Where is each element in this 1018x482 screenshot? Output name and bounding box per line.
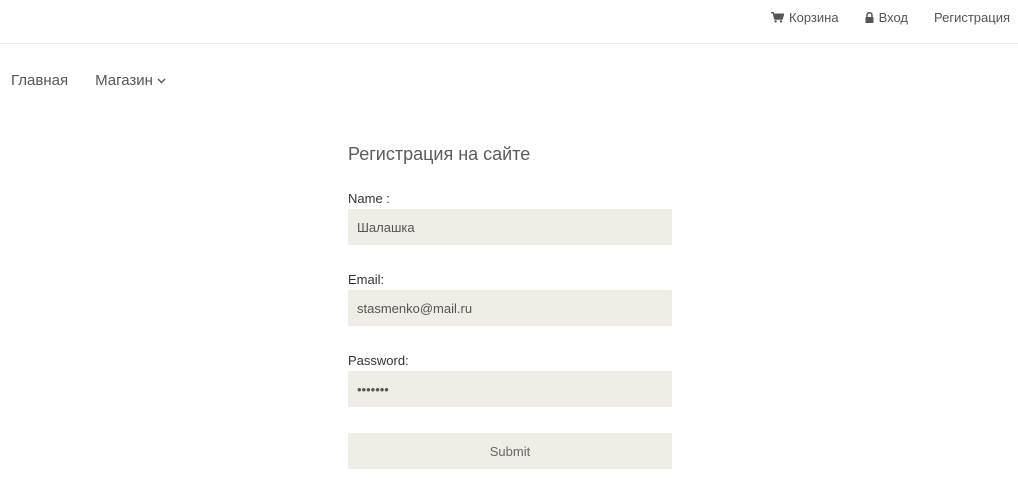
cart-label: Корзина xyxy=(789,10,839,25)
email-field[interactable] xyxy=(348,290,672,326)
top-links: Корзина Вход Регистрация xyxy=(771,10,1010,25)
nav-home[interactable]: Главная xyxy=(11,72,68,89)
chevron-down-icon xyxy=(157,78,166,83)
form-title: Регистрация на сайте xyxy=(348,144,531,164)
name-label: Name : xyxy=(348,191,390,206)
register-link[interactable]: Регистрация xyxy=(934,10,1010,25)
password-field[interactable] xyxy=(348,371,672,407)
lock-icon xyxy=(865,12,874,23)
registration-form: Регистрация на сайте Name : Email: Passw… xyxy=(348,142,672,469)
nav-home-label: Главная xyxy=(11,72,69,89)
cart-link[interactable]: Корзина xyxy=(771,10,839,25)
register-label: Регистрация xyxy=(934,10,1010,25)
password-label: Password: xyxy=(348,353,409,368)
nav-shop[interactable]: Магазин xyxy=(95,72,166,89)
nav-shop-label: Магазин xyxy=(95,72,153,89)
email-label: Email: xyxy=(348,272,385,287)
main-nav: Главная Магазин xyxy=(11,72,166,89)
top-bar: Корзина Вход Регистрация xyxy=(0,0,1018,44)
cart-icon xyxy=(771,12,785,23)
login-label: Вход xyxy=(878,10,908,25)
submit-button[interactable]: Submit xyxy=(348,433,672,469)
name-field[interactable] xyxy=(348,209,672,245)
login-link[interactable]: Вход xyxy=(865,10,908,25)
